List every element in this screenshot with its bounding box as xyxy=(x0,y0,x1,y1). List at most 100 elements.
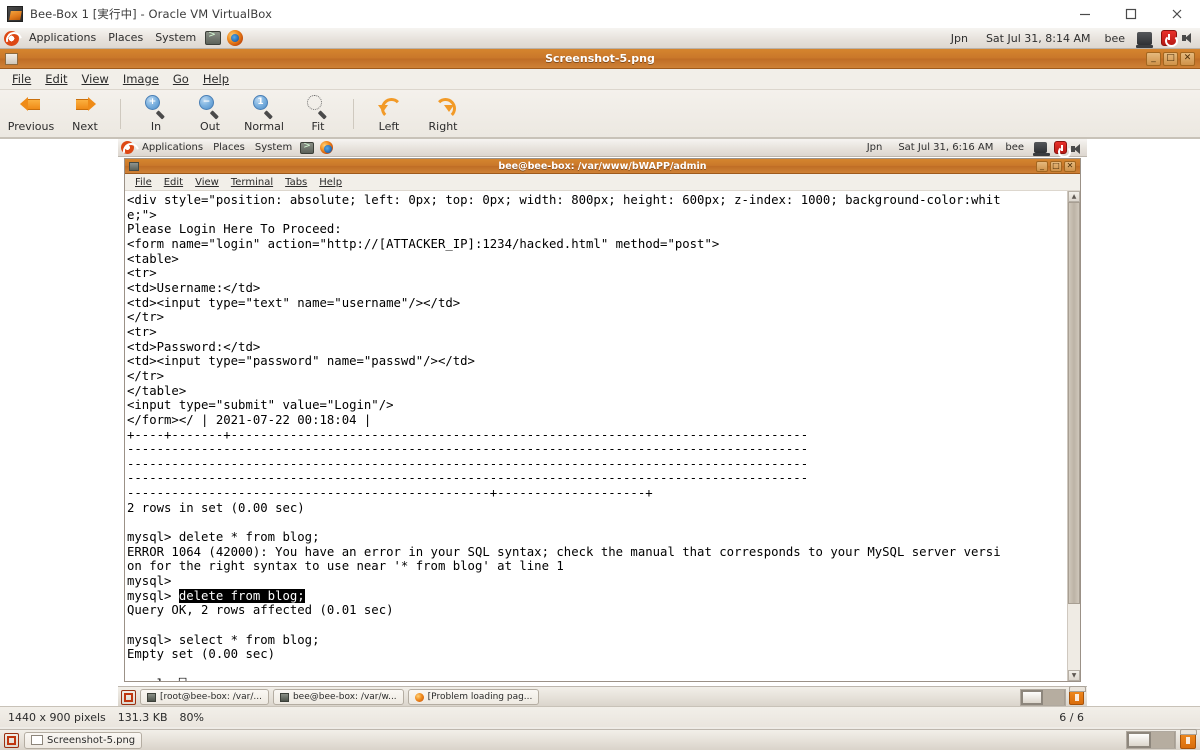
inner-gnome-top-panel: Applications Places System Jpn Sat Jul 3… xyxy=(118,139,1087,158)
image-viewer-menubar: File Edit View Image Go Help xyxy=(0,69,1200,90)
zoom-out-button[interactable]: − Out xyxy=(183,92,237,136)
rotate-right-icon xyxy=(431,94,455,118)
power-icon[interactable] xyxy=(1161,30,1178,47)
panel-menu-applications[interactable]: Applications xyxy=(23,28,102,48)
inner-task-label: [root@bee-box: /var/... xyxy=(160,692,262,702)
menu-view[interactable]: View xyxy=(75,70,116,88)
menu-image-label: Image xyxy=(122,72,159,86)
inner-taskbar: [root@bee-box: /var/... bee@bee-box: /va… xyxy=(118,686,1087,706)
inner-panel-menu-applications: Applications xyxy=(142,142,204,153)
minimize-button[interactable] xyxy=(1062,0,1108,28)
scrollbar-track xyxy=(1068,202,1080,670)
terminal-output: <div style="position: absolute; left: 0p… xyxy=(125,191,1067,681)
volume-icon xyxy=(1070,142,1082,154)
maximize-button[interactable]: □ xyxy=(1163,51,1178,66)
trash-icon[interactable] xyxy=(1180,728,1197,749)
task-button-label: Screenshot-5.png xyxy=(47,734,136,746)
terminal-icon xyxy=(300,141,315,154)
image-zoom-level: 80% xyxy=(179,710,204,724)
firefox-icon xyxy=(414,692,424,702)
panel-menu-places[interactable]: Places xyxy=(102,28,149,48)
inner-user-menu: bee xyxy=(1005,142,1024,153)
inner-menu-file-label: File xyxy=(135,176,152,188)
ubuntu-logo-icon[interactable] xyxy=(4,30,19,46)
inner-menu-edit: Edit xyxy=(158,176,189,189)
menu-help-label: Help xyxy=(202,72,230,86)
inner-panel-menu-system: System xyxy=(254,142,293,153)
image-viewer-title: Screenshot-5.png xyxy=(545,52,655,65)
virtualbox-window-controls xyxy=(1062,0,1200,28)
workspace-1[interactable] xyxy=(1127,732,1151,748)
image-viewer-titlebar: Screenshot-5.png _ □ ✕ xyxy=(0,49,1200,69)
display-icon[interactable] xyxy=(1136,31,1153,48)
menu-edit-label: Edit xyxy=(45,72,68,86)
ubuntu-logo-icon xyxy=(121,141,134,154)
inner-terminal-body: <div style="position: absolute; left: 0p… xyxy=(125,191,1080,681)
menu-help[interactable]: Help xyxy=(196,70,236,88)
show-desktop-icon[interactable] xyxy=(4,732,19,748)
image-canvas[interactable]: Applications Places System Jpn Sat Jul 3… xyxy=(0,138,1200,706)
scroll-down-arrow-icon: ▼ xyxy=(1068,670,1080,681)
previous-button[interactable]: Previous xyxy=(4,92,58,136)
keyboard-layout-indicator[interactable]: Jpn xyxy=(944,32,975,45)
terminal-scrollbar: ▲ ▼ xyxy=(1067,191,1080,681)
inner-task-button-bee-terminal: bee@bee-box: /var/w... xyxy=(272,689,404,705)
inner-clock: Sat Jul 31, 6:16 AM xyxy=(898,142,994,153)
zoom-in-button[interactable]: + In xyxy=(129,92,183,136)
rotate-left-button[interactable]: Left xyxy=(362,92,416,136)
rotate-right-button[interactable]: Right xyxy=(416,92,470,136)
terminal-icon[interactable] xyxy=(205,30,222,45)
scroll-up-arrow-icon: ▲ xyxy=(1068,191,1080,202)
terminal-output-before-selection: <div style="position: absolute; left: 0p… xyxy=(127,193,1001,603)
workspace-2[interactable] xyxy=(1151,732,1175,748)
zoom-fit-button-label: Fit xyxy=(311,120,325,133)
close-button[interactable] xyxy=(1154,0,1200,28)
screen-root: Bee-Box 1 [実行中] - Oracle VM VirtualBox A… xyxy=(0,0,1200,750)
user-menu[interactable]: bee xyxy=(1097,32,1132,45)
arrow-right-icon xyxy=(73,94,97,114)
inner-task-label: bee@bee-box: /var/w... xyxy=(292,692,397,702)
menu-edit[interactable]: Edit xyxy=(38,70,74,88)
zoom-fit-button[interactable]: Fit xyxy=(291,92,345,136)
inner-workspace-2 xyxy=(1043,689,1065,705)
zoom-normal-button[interactable]: 1 Normal xyxy=(237,92,291,136)
menu-file[interactable]: File xyxy=(5,70,38,88)
image-viewer-window-controls: _ □ ✕ xyxy=(1146,51,1200,66)
image-dimensions: 1440 x 900 pixels xyxy=(8,710,106,724)
inner-menu-tabs-label: Tabs xyxy=(285,176,308,188)
image-filesize: 131.3 KB xyxy=(117,710,168,724)
menu-image[interactable]: Image xyxy=(116,70,166,88)
clock[interactable]: Sat Jul 31, 8:14 AM xyxy=(979,32,1098,45)
task-button-screenshot[interactable]: Screenshot-5.png xyxy=(24,731,143,749)
terminal-icon xyxy=(279,692,289,702)
inner-task-button-firefox: [Problem loading pag... xyxy=(407,689,540,705)
scrollbar-thumb xyxy=(1068,202,1080,605)
inner-menu-terminal-label: Terminal xyxy=(230,176,274,188)
maximize-button[interactable] xyxy=(1108,0,1154,28)
arrow-left-icon xyxy=(19,94,43,114)
toolbar-separator xyxy=(120,98,121,129)
workspace-switcher[interactable] xyxy=(1126,731,1176,749)
panel-menu-system[interactable]: System xyxy=(149,28,202,48)
firefox-icon[interactable] xyxy=(227,30,244,46)
virtualbox-titlebar: Bee-Box 1 [実行中] - Oracle VM VirtualBox xyxy=(0,0,1200,28)
toolbar-separator xyxy=(353,98,354,129)
image-viewer-icon xyxy=(5,52,18,65)
canvas-margin-right xyxy=(1087,139,1200,706)
host-taskbar: Screenshot-5.png xyxy=(0,728,1200,750)
minimize-button[interactable]: _ xyxy=(1146,51,1161,66)
menu-go[interactable]: Go xyxy=(166,70,196,88)
image-icon xyxy=(31,735,43,745)
close-button[interactable]: ✕ xyxy=(1180,51,1195,66)
next-button[interactable]: Next xyxy=(58,92,112,136)
firefox-icon xyxy=(320,141,334,154)
inner-terminal-window: bee@bee-box: /var/www/bWAPP/admin _ □ ✕ … xyxy=(124,158,1081,682)
menu-file-label: File xyxy=(12,72,32,86)
image-position-indicator: 6 / 6 xyxy=(1059,710,1084,724)
inner-menu-help-label: Help xyxy=(319,176,343,188)
inner-panel-menu-places: Places xyxy=(213,142,245,153)
inner-terminal-menubar: File Edit View Terminal Tabs Help xyxy=(125,174,1080,191)
volume-icon[interactable] xyxy=(1181,31,1195,45)
displayed-screenshot: Applications Places System Jpn Sat Jul 3… xyxy=(118,139,1087,706)
show-desktop-icon xyxy=(121,689,136,705)
